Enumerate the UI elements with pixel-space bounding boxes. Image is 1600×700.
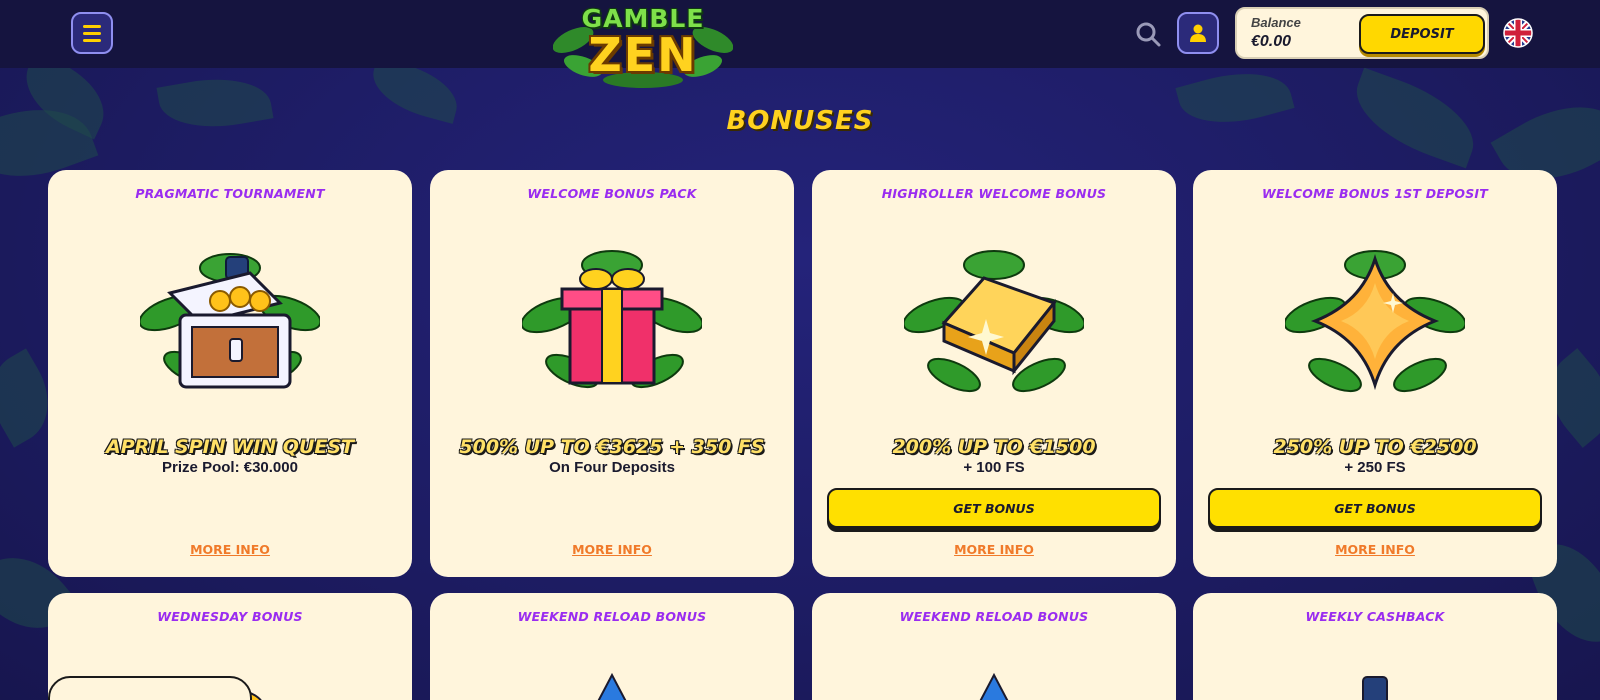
- deposit-button[interactable]: DEPOSIT: [1359, 14, 1485, 54]
- blue-gem-icon: [979, 672, 1009, 700]
- card-title: WEEKEND RELOAD BONUS: [517, 609, 707, 624]
- gift-box-icon: [522, 250, 702, 389]
- floating-widget[interactable]: [48, 676, 252, 700]
- card-title: PRAGMATIC TOURNAMENT: [135, 186, 325, 201]
- cashback-art-icon: [1362, 676, 1388, 700]
- balance-value: €0.00: [1251, 33, 1292, 50]
- bonus-card-weekend-reload: WEEKEND RELOAD BONUS: [430, 593, 794, 700]
- card-title: WELCOME BONUS 1ST DEPOSIT: [1261, 186, 1488, 201]
- more-info-link[interactable]: MORE INFO: [48, 542, 412, 557]
- site-logo[interactable]: GAMBLE ZEN: [553, 0, 733, 88]
- logo-text-bottom: ZEN: [588, 28, 698, 82]
- balance-label: Balance: [1251, 15, 1301, 30]
- gold-bar-icon: [904, 250, 1084, 393]
- search-icon[interactable]: [1134, 20, 1162, 48]
- treasure-chest-icon: [140, 253, 320, 389]
- card-title: HIGHROLLER WELCOME BONUS: [881, 186, 1107, 201]
- get-bonus-button[interactable]: GET BONUS: [1208, 488, 1542, 528]
- card-headline: 200% UP TO €1500: [892, 436, 1096, 458]
- menu-icon: [83, 24, 101, 28]
- card-headline: APRIL SPIN WIN QUEST: [106, 436, 354, 458]
- bonus-card-highroller: HIGHROLLER WELCOME BONUS 200% UP TO €150…: [812, 170, 1176, 577]
- bonus-card-first-deposit: WELCOME BONUS 1ST DEPOSIT 250% UP TO €25…: [1193, 170, 1557, 577]
- card-title: WEEKLY CASHBACK: [1305, 609, 1445, 624]
- account-button[interactable]: [1177, 12, 1219, 54]
- more-info-link[interactable]: MORE INFO: [430, 542, 794, 557]
- card-headline: 500% UP TO €3625 + 350 FS: [459, 436, 765, 458]
- bonus-card-weekend-reload-2: WEEKEND RELOAD BONUS: [812, 593, 1176, 700]
- blue-gem-icon: [597, 672, 627, 700]
- uk-flag-icon[interactable]: [1503, 18, 1533, 48]
- more-info-link[interactable]: MORE INFO: [812, 542, 1176, 557]
- card-headline: 250% UP TO €2500: [1273, 436, 1477, 458]
- card-subtext: On Four Deposits: [549, 459, 675, 476]
- card-subtext: + 100 FS: [963, 459, 1025, 476]
- balance-panel: Balance €0.00 DEPOSIT: [1235, 7, 1489, 59]
- card-title: WELCOME BONUS PACK: [527, 186, 697, 201]
- card-title: WEEKEND RELOAD BONUS: [899, 609, 1089, 624]
- card-subtext: Prize Pool: €30.000: [162, 459, 298, 476]
- bonus-card-welcome-pack: WELCOME BONUS PACK 500% UP TO €3625 + 35…: [430, 170, 794, 577]
- page-title: BONUSES: [726, 106, 874, 136]
- get-bonus-button[interactable]: GET BONUS: [827, 488, 1161, 528]
- user-icon: [1190, 24, 1206, 42]
- top-header: Balance €0.00 DEPOSIT: [0, 0, 1600, 68]
- gold-star-gem-icon: [1285, 250, 1465, 393]
- more-info-link[interactable]: MORE INFO: [1193, 542, 1557, 557]
- bonus-card-weekly-cashback: WEEKLY CASHBACK: [1193, 593, 1557, 700]
- card-title: WEDNESDAY BONUS: [157, 609, 303, 624]
- menu-button[interactable]: [71, 12, 113, 54]
- bonus-card-pragmatic-tournament: PRAGMATIC TOURNAMENT APRIL SPIN WIN QUES…: [48, 170, 412, 577]
- card-subtext: + 250 FS: [1344, 459, 1406, 476]
